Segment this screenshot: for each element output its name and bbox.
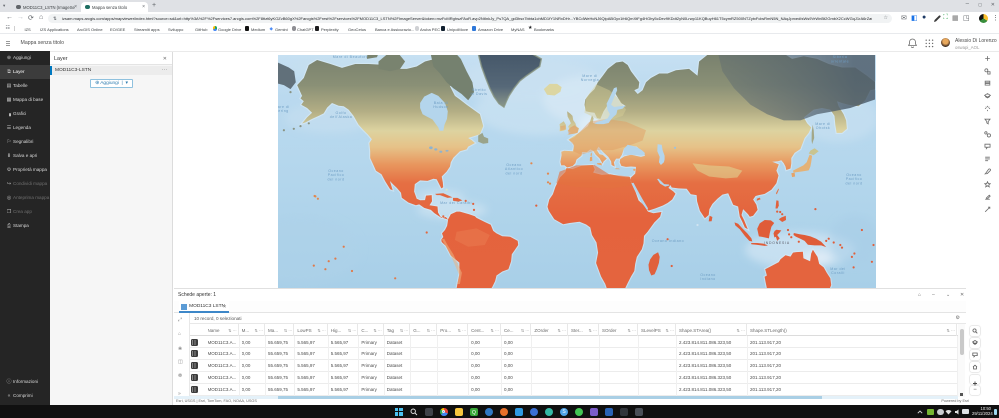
svg-text:Bering: Bering: [275, 109, 288, 113]
svg-text:dell'Alaska: dell'Alaska: [330, 115, 353, 119]
svg-text:Ohotsk: Ohotsk: [816, 126, 830, 130]
svg-text:Hudson: Hudson: [433, 105, 448, 109]
svg-text:Mar dei Caraibi: Mar dei Caraibi: [440, 201, 472, 205]
svg-text:Oceano Indiano: Oceano Indiano: [652, 239, 684, 243]
svg-text:orientale: orientale: [831, 59, 849, 63]
svg-text:Mare della: Mare della: [829, 52, 851, 55]
svg-text:del nord: del nord: [846, 181, 863, 185]
svg-text:del nord: del nord: [328, 177, 345, 181]
svg-text:Indiano: Indiano: [700, 277, 715, 281]
svg-text:di Davis: di Davis: [471, 92, 488, 96]
svg-text:Mare di Beaufort: Mare di Beaufort: [333, 55, 368, 59]
svg-text:del nord: del nord: [506, 171, 523, 175]
svg-text:Coralli: Coralli: [831, 271, 845, 275]
svg-text:Norvegia: Norvegia: [581, 78, 599, 82]
svg-text:INDONESIA: INDONESIA: [764, 241, 790, 245]
